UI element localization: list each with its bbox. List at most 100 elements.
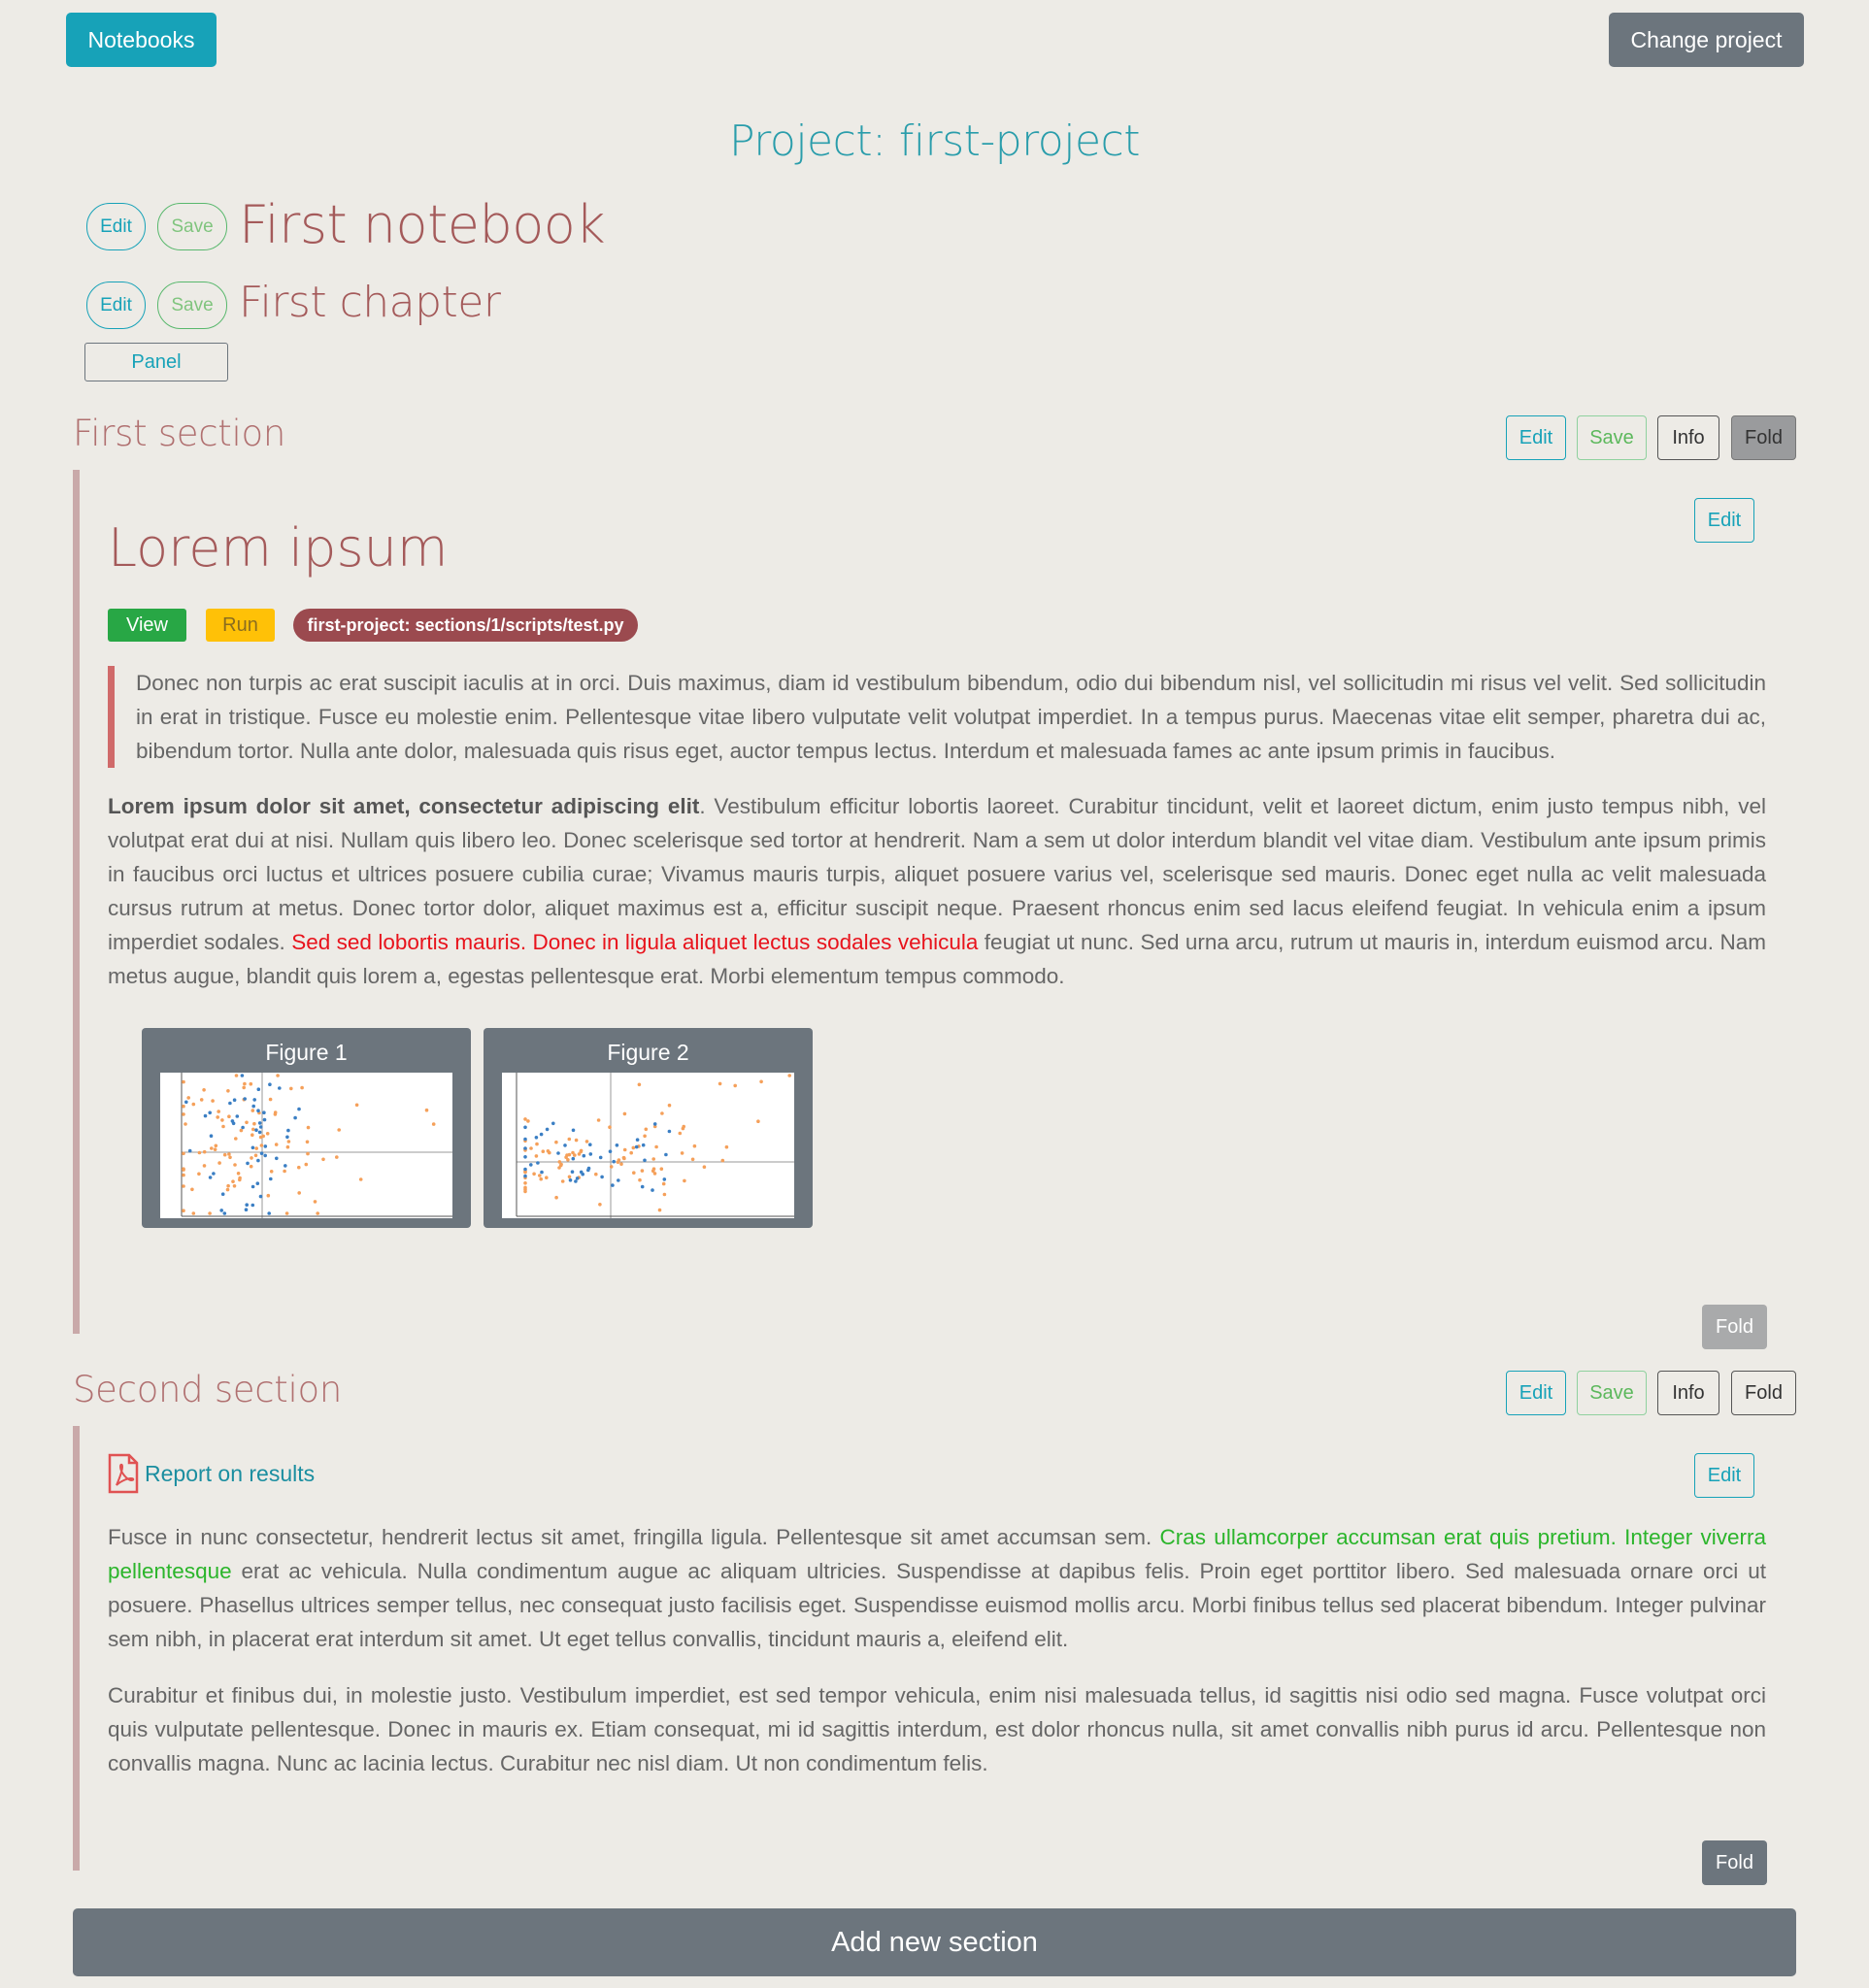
scatter-point	[276, 1074, 280, 1077]
view-script-button[interactable]: View	[108, 609, 186, 642]
scatter-point	[523, 1174, 527, 1178]
block-edit-button[interactable]: Edit	[1694, 1453, 1754, 1498]
report-attachment[interactable]: Report on results	[108, 1453, 315, 1494]
block-fold-button[interactable]: Fold	[1702, 1840, 1767, 1885]
section-title: Second section	[73, 1369, 342, 1410]
notebooks-button[interactable]: Notebooks	[66, 13, 217, 67]
scatter-point	[568, 1178, 573, 1182]
scatter-point	[278, 1086, 282, 1090]
scatter-point	[571, 1128, 576, 1133]
paragraph-text: erat ac vehicula. Nulla condimentum augu…	[108, 1559, 1766, 1651]
scatter-point	[228, 1155, 232, 1160]
scatter-point	[681, 1126, 685, 1131]
add-new-section-button[interactable]: Add new section	[73, 1908, 1796, 1976]
scatter-point	[265, 1132, 270, 1136]
scatter-point	[540, 1170, 544, 1175]
scatter-point	[358, 1177, 363, 1181]
scatter-point	[197, 1150, 202, 1155]
scatter-point	[574, 1179, 578, 1183]
scatter-point	[221, 1124, 225, 1129]
scatter-point	[641, 1143, 646, 1147]
scatter-point	[558, 1163, 563, 1168]
scatter-point	[208, 1176, 213, 1179]
section-info-button[interactable]: Info	[1657, 415, 1719, 460]
scatter-point	[667, 1129, 672, 1134]
scatter-point	[214, 1143, 218, 1148]
scatter-point	[273, 1112, 278, 1116]
section-save-button[interactable]: Save	[1577, 1371, 1647, 1415]
section-fold-button[interactable]: Fold	[1731, 415, 1796, 460]
scatter-point	[222, 1211, 227, 1215]
scatter-point	[759, 1079, 763, 1084]
section-info-button[interactable]: Info	[1657, 1371, 1719, 1415]
scatter-point	[184, 1100, 188, 1105]
section-save-button[interactable]: Save	[1577, 415, 1647, 460]
section-edit-button[interactable]: Edit	[1506, 415, 1566, 460]
scatter-point	[733, 1083, 737, 1088]
notebook-save-button[interactable]: Save	[157, 203, 227, 250]
scatter-point	[227, 1152, 231, 1156]
scatter-point	[242, 1085, 246, 1090]
scatter-point	[230, 1119, 235, 1123]
scatter-point	[263, 1144, 268, 1148]
report-link[interactable]: Report on results	[145, 1461, 315, 1487]
scatter-point	[257, 1130, 262, 1135]
section-fold-button[interactable]: Fold	[1731, 1371, 1796, 1415]
scatter-point	[588, 1152, 593, 1156]
chapter-save-button[interactable]: Save	[157, 282, 227, 329]
block-edit-button[interactable]: Edit	[1694, 498, 1754, 543]
scatter-point	[289, 1086, 293, 1091]
scatter-point	[234, 1074, 239, 1077]
scatter-point	[529, 1163, 533, 1167]
notebook-edit-button[interactable]: Edit	[86, 203, 146, 250]
scatter-point	[582, 1153, 586, 1158]
scatter-point	[619, 1162, 623, 1166]
scatter-point	[588, 1143, 592, 1146]
scatter-point	[634, 1144, 639, 1149]
scatter-point	[718, 1081, 722, 1086]
scatter-point	[316, 1211, 319, 1215]
scatter-point	[652, 1122, 657, 1126]
scatter-point	[257, 1121, 262, 1125]
scatter-point	[539, 1176, 543, 1181]
panel-button[interactable]: Panel	[84, 343, 228, 381]
scatter-point	[567, 1152, 572, 1157]
scatter-point	[251, 1127, 255, 1132]
scatter-point	[787, 1074, 791, 1077]
scatter-point	[661, 1181, 666, 1186]
section-edit-button[interactable]: Edit	[1506, 1371, 1566, 1415]
change-project-button[interactable]: Change project	[1609, 13, 1804, 67]
scatter-point	[297, 1191, 301, 1195]
scatter-point	[594, 1172, 598, 1176]
scatter-plot-thumbnail	[160, 1073, 452, 1218]
scatter-point	[556, 1151, 560, 1155]
scatter-point	[249, 1081, 253, 1086]
block-fold-button[interactable]: Fold	[1702, 1305, 1767, 1349]
scatter-point	[250, 1133, 254, 1137]
scatter-point	[629, 1150, 633, 1155]
scatter-point	[253, 1153, 258, 1158]
chapter-edit-button[interactable]: Edit	[86, 282, 146, 329]
scatter-point	[300, 1085, 304, 1090]
figure-thumbnail-2[interactable]: Figure 2	[484, 1028, 813, 1228]
scatter-point	[186, 1096, 190, 1100]
run-script-button[interactable]: Run	[206, 609, 275, 642]
scatter-point	[306, 1151, 310, 1156]
scatter-point	[262, 1110, 266, 1114]
scatter-point	[571, 1150, 575, 1155]
scatter-point	[664, 1152, 668, 1157]
scatter-point	[182, 1184, 185, 1188]
scatter-point	[637, 1082, 642, 1087]
scatter-point	[283, 1169, 286, 1174]
scatter-point	[584, 1140, 589, 1143]
project-title: Project: first-project	[729, 116, 1140, 166]
scatter-point	[617, 1178, 620, 1182]
scatter-point	[241, 1125, 245, 1130]
scatter-point	[616, 1160, 620, 1164]
figure-label: Figure 1	[265, 1040, 348, 1065]
scatter-point	[191, 1102, 196, 1107]
scatter-point	[226, 1089, 230, 1093]
scatter-point	[228, 1101, 232, 1106]
figure-thumbnail-1[interactable]: Figure 1	[142, 1028, 471, 1228]
scatter-point	[284, 1211, 289, 1215]
